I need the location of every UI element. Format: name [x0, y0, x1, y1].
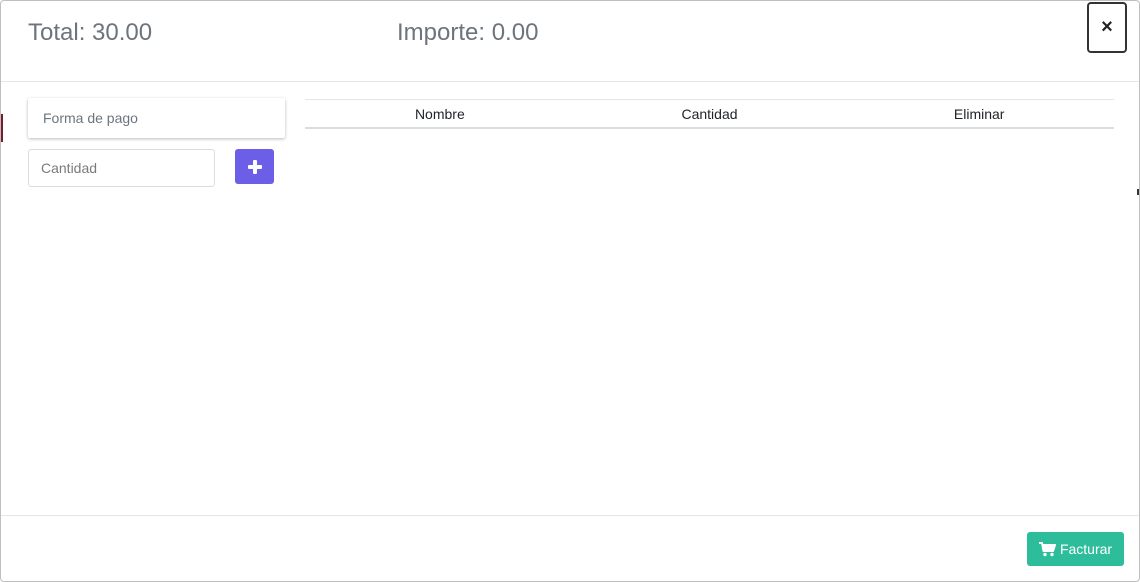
- modal-header: Total: 30.00 Importe: 0.00: [1, 1, 1139, 82]
- close-button[interactable]: ×: [1087, 2, 1127, 53]
- payment-modal: Total: 30.00 Importe: 0.00 × Forma de pa…: [0, 0, 1140, 582]
- payment-method-select[interactable]: Forma de pago: [28, 98, 285, 138]
- facturar-button[interactable]: Facturar: [1027, 532, 1124, 566]
- column-header-eliminar: Eliminar: [953, 105, 1005, 122]
- modal-footer: [1, 515, 1139, 581]
- total-amount: Total: 30.00: [28, 19, 153, 46]
- close-icon: ×: [1101, 16, 1113, 38]
- cart-icon: [1038, 541, 1056, 556]
- payments-table-header: Nombre Cantidad Eliminar: [305, 99, 1114, 129]
- column-header-cantidad: Cantidad: [681, 105, 738, 122]
- quantity-input[interactable]: [28, 149, 215, 187]
- payment-method-placeholder: Forma de pago: [43, 110, 138, 126]
- importe-amount: Importe: 0.00: [397, 19, 539, 46]
- column-header-nombre: Nombre: [414, 105, 465, 122]
- background-edge: [1, 114, 3, 142]
- facturar-label: Facturar: [1059, 541, 1113, 557]
- plus-icon: [247, 159, 262, 174]
- background-edge-right: [1137, 189, 1139, 195]
- add-payment-button[interactable]: [235, 149, 274, 184]
